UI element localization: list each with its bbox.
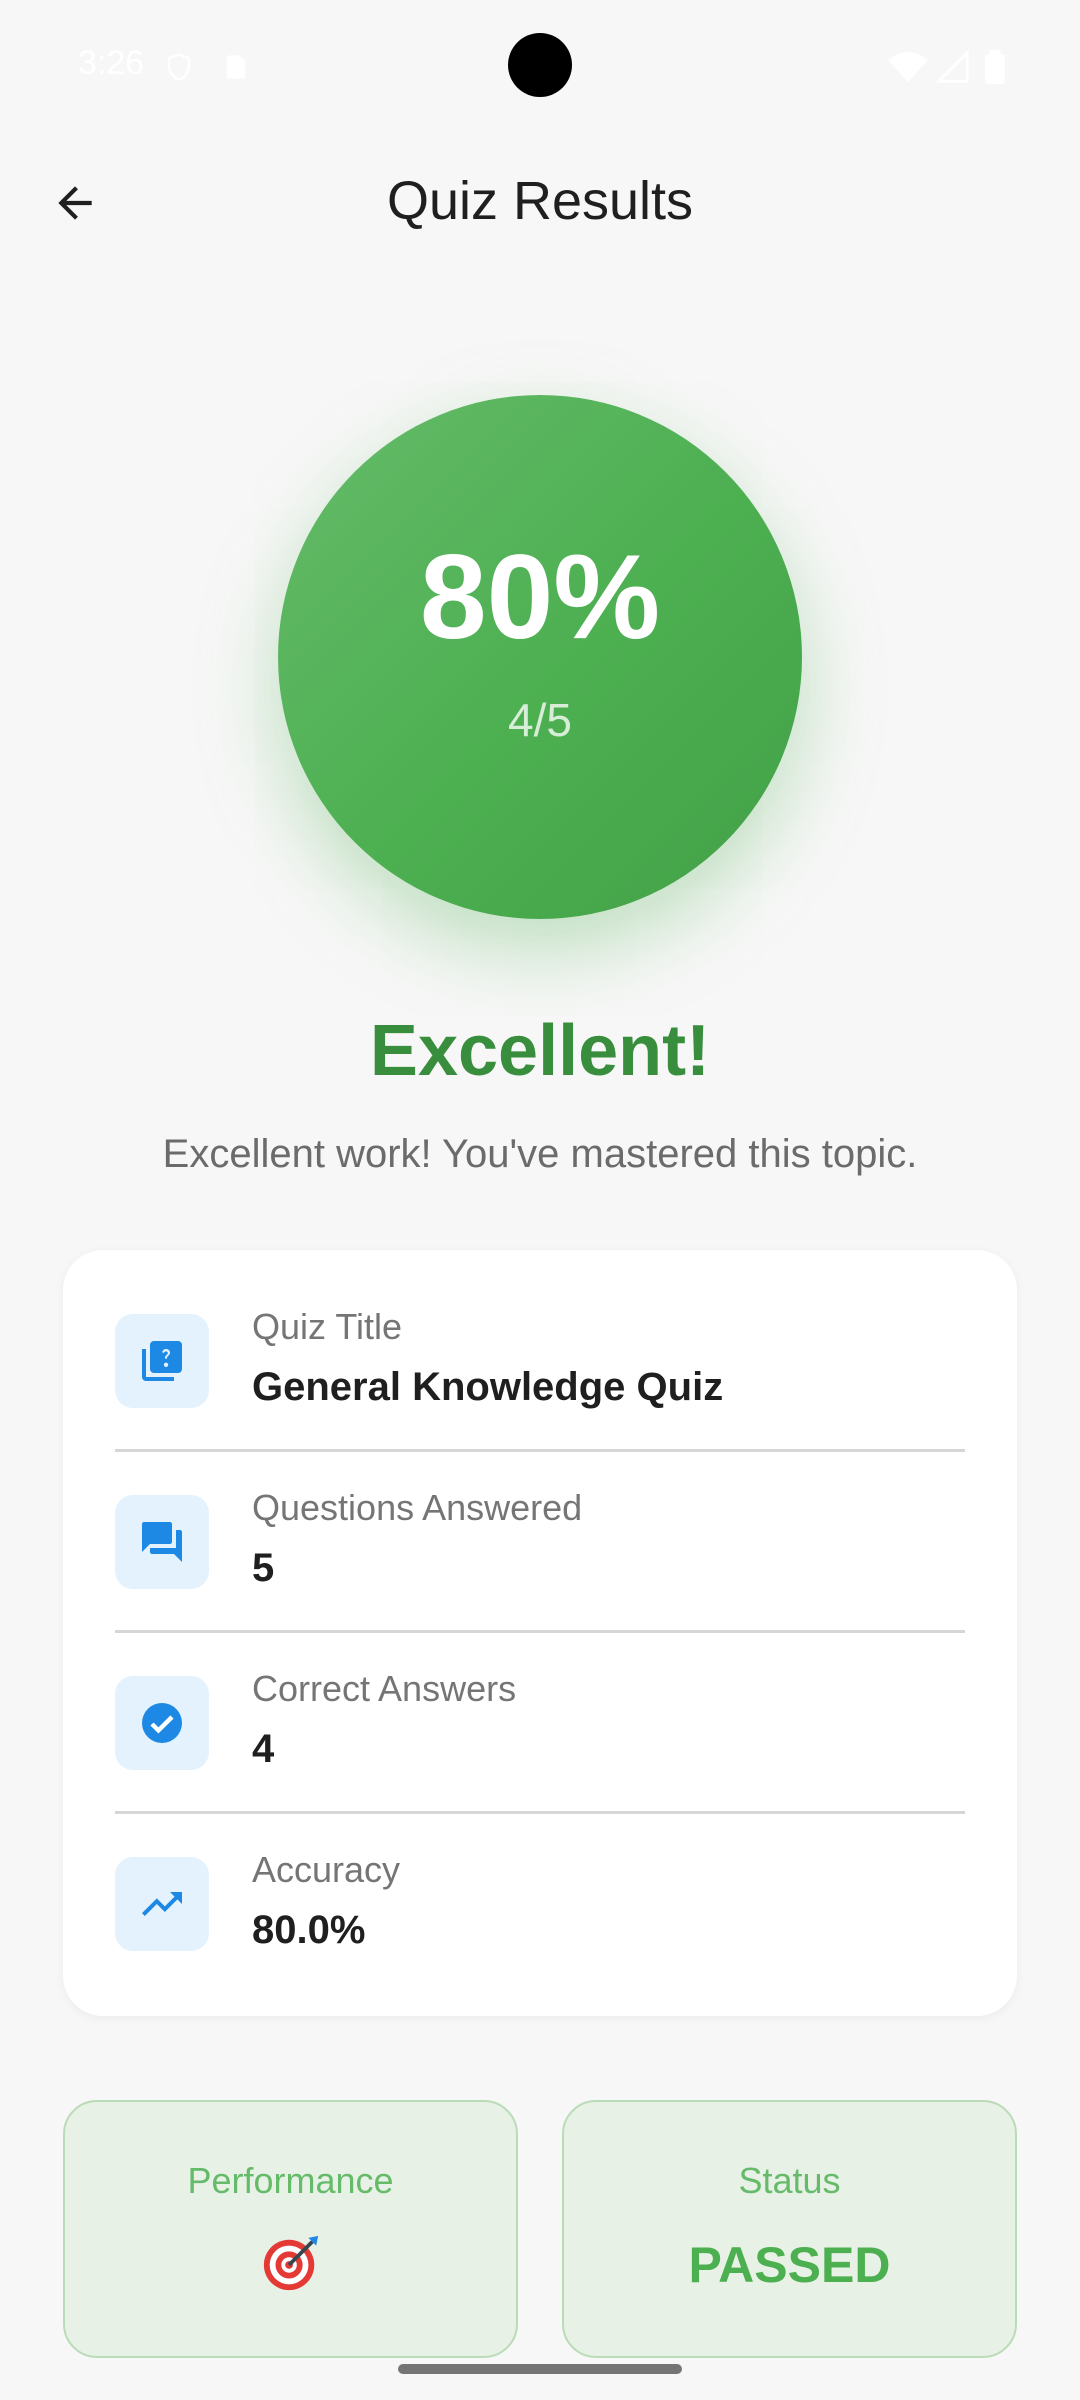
sd-card-icon (222, 50, 250, 89)
detail-row-questions-answered: Questions Answered 5 (115, 1431, 965, 1612)
quiz-results-screen: 3:26 Quiz Results 80% 4/5 Excellent! Exc… (0, 0, 1080, 2400)
detail-row-accuracy: Accuracy 80.0% (115, 1793, 965, 1974)
target-icon (65, 2232, 516, 2294)
trending-up-icon (115, 1857, 209, 1951)
result-message: Excellent work! You've mastered this top… (162, 1132, 918, 1176)
check-circle-icon (115, 1676, 209, 1770)
result-heading: Excellent! (369, 1011, 711, 1091)
camera-cutout (508, 33, 572, 97)
detail-value: General Knowledge Quiz (252, 1365, 724, 1409)
detail-label: Questions Answered (252, 1487, 583, 1528)
performance-card: Performance (63, 2100, 518, 2358)
signal-icon (935, 49, 970, 89)
forum-icon (115, 1495, 209, 1589)
detail-row-correct-answers: Correct Answers 4 (115, 1612, 965, 1793)
battery-icon (984, 50, 1006, 89)
score-percent: 80% (419, 530, 661, 664)
detail-label: Accuracy (252, 1849, 401, 1890)
quiz-details-card: Quiz Title General Knowledge Quiz Questi… (63, 1250, 1017, 2016)
status-label: Status (738, 2160, 841, 2201)
detail-value: 80.0% (252, 1908, 366, 1952)
score-circle: 80% 4/5 (278, 395, 802, 919)
detail-value: 4 (252, 1727, 275, 1771)
shield-icon (164, 50, 194, 89)
quiz-icon (115, 1314, 209, 1408)
page-title: Quiz Results (386, 171, 694, 231)
detail-value: 5 (252, 1546, 275, 1590)
wifi-icon (888, 50, 928, 89)
score-fraction: 4/5 (508, 694, 572, 746)
status-bar: 3:26 (0, 0, 1080, 130)
status-value: PASSED (688, 2237, 891, 2293)
status-card: Status PASSED (562, 2100, 1017, 2358)
performance-label: Performance (187, 2160, 394, 2201)
gesture-nav-handle[interactable] (398, 2364, 682, 2374)
status-time: 3:26 (78, 44, 145, 82)
detail-label: Correct Answers (252, 1668, 517, 1709)
detail-row-quiz-title: Quiz Title General Knowledge Quiz (115, 1250, 965, 1431)
app-bar: Quiz Results (0, 150, 1080, 260)
detail-label: Quiz Title (252, 1306, 403, 1347)
